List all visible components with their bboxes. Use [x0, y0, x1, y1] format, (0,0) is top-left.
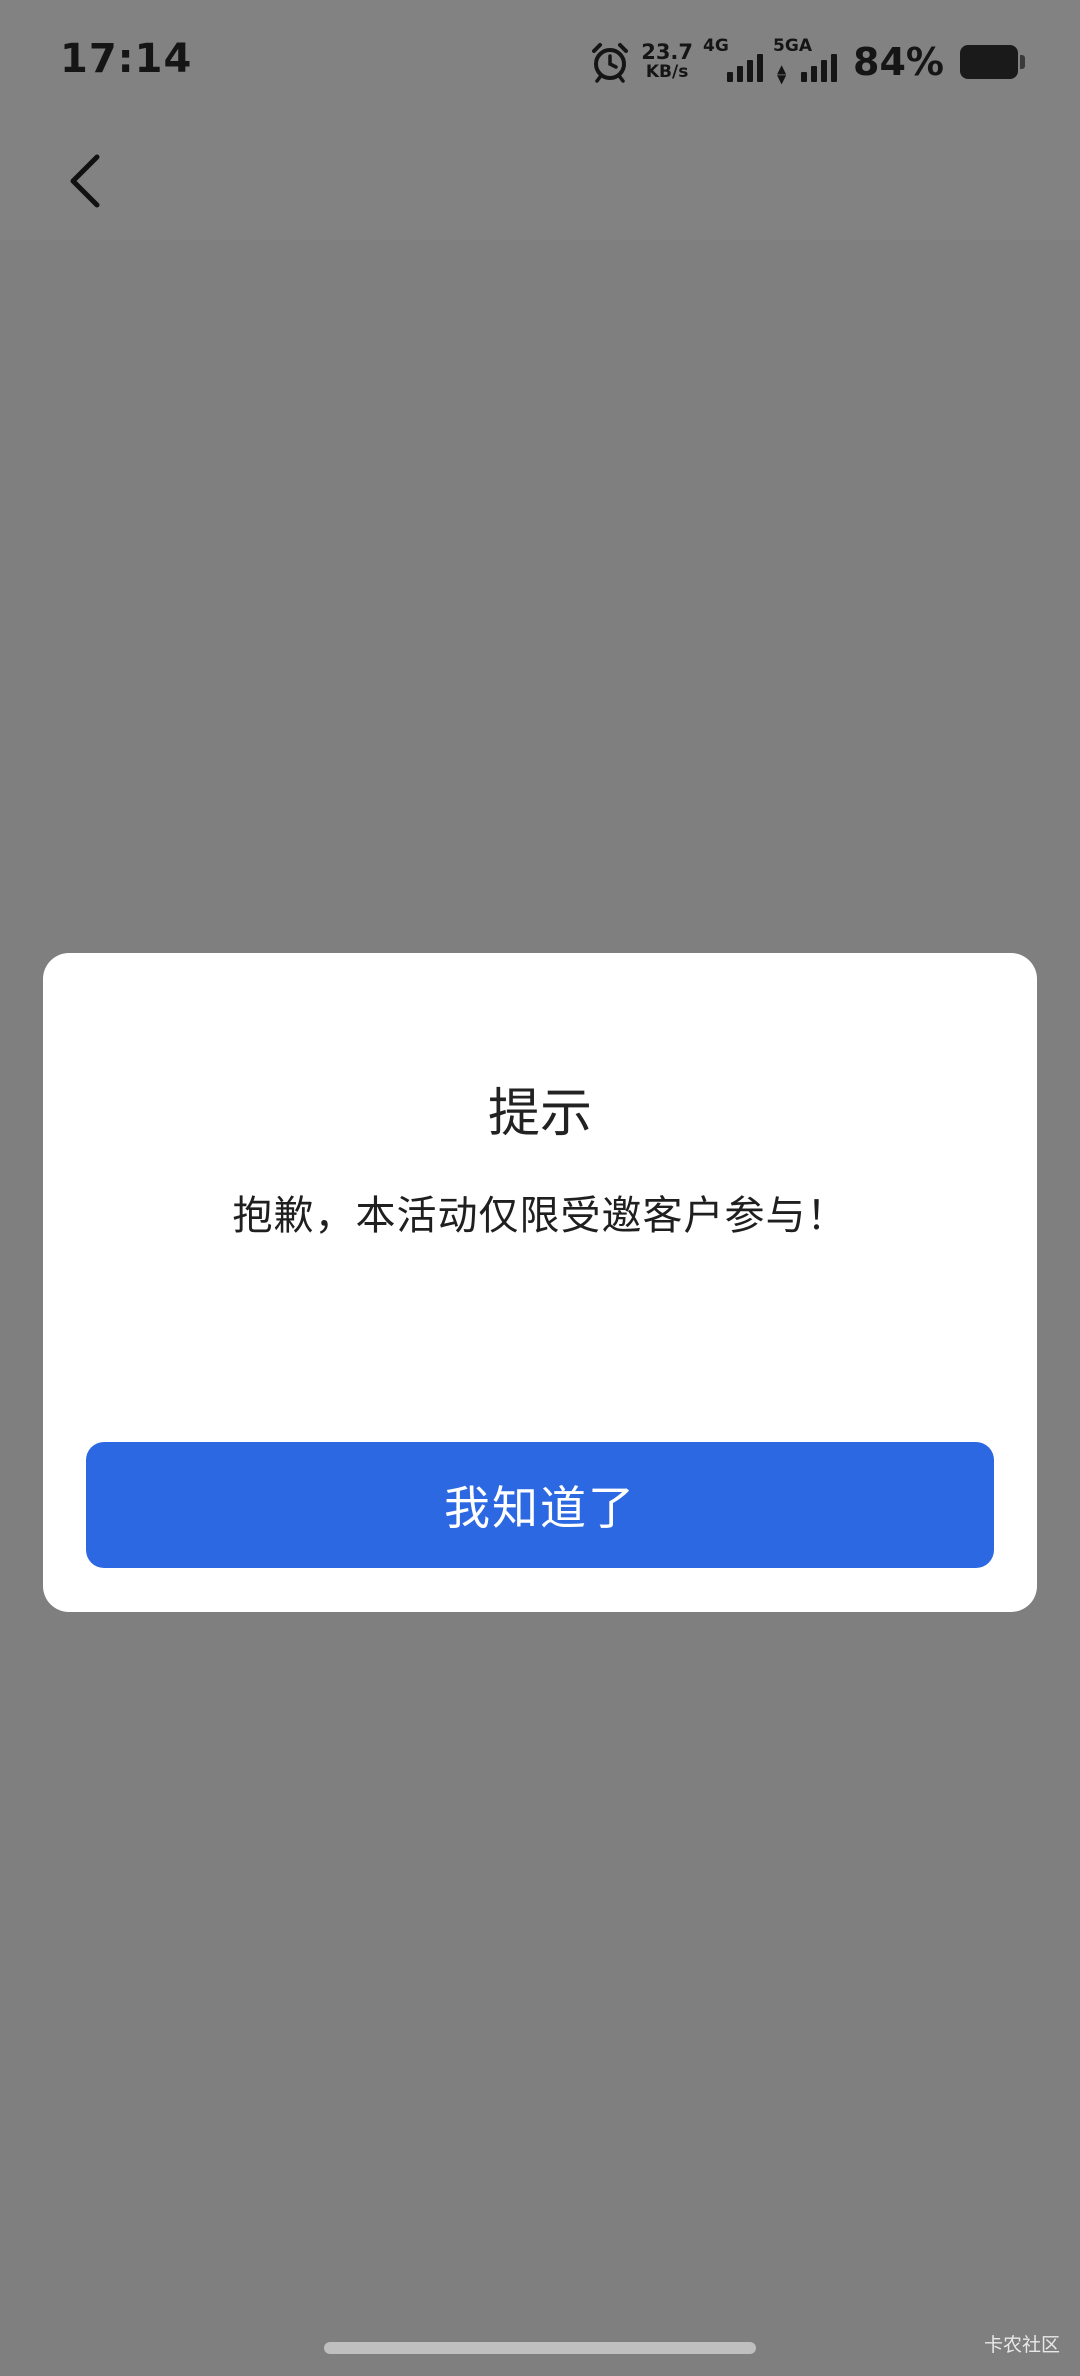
alarm-clock-icon [589, 41, 631, 83]
network-speed-unit: KB/s [645, 62, 689, 82]
dialog-message: 抱歉，本活动仅限受邀客户参与！ [232, 1193, 848, 1239]
screen: 17:14 23.7 KB/s 4G 5GA ▲ ▼ 84% 提示 抱歉，本活动… [0, 0, 1080, 2376]
status-bar: 17:14 23.7 KB/s 4G 5GA ▲ ▼ 84% [0, 0, 1080, 120]
signal-5ga-label: 5GA [773, 36, 812, 56]
confirm-button[interactable]: 我知道了 [86, 1442, 994, 1568]
status-time: 17:14 [60, 36, 193, 82]
network-speed: 23.7 KB/s [641, 40, 694, 83]
battery-percent: 84% [853, 40, 944, 84]
signal-bars-icon [727, 54, 764, 82]
signal-5ga: 5GA ▲ ▼ [773, 36, 838, 86]
back-button[interactable] [50, 146, 120, 216]
nav-bar [0, 120, 1080, 240]
alert-dialog: 提示 抱歉，本活动仅限受邀客户参与！ 我知道了 [43, 953, 1037, 1612]
data-arrows-icon: ▲ ▼ [777, 62, 787, 86]
watermark: 卡农社区 [983, 2334, 1060, 2356]
chevron-left-icon [70, 154, 100, 208]
signal-4g: 4G [703, 36, 764, 86]
signal-4g-label: 4G [703, 36, 729, 56]
home-indicator[interactable] [324, 2342, 756, 2354]
network-speed-value: 23.7 [641, 40, 694, 64]
dialog-title: 提示 [487, 1084, 592, 1144]
signal-bars-icon [801, 54, 838, 82]
status-icons: 23.7 KB/s 4G 5GA ▲ ▼ 84% [589, 36, 1025, 86]
battery-icon [960, 45, 1025, 79]
